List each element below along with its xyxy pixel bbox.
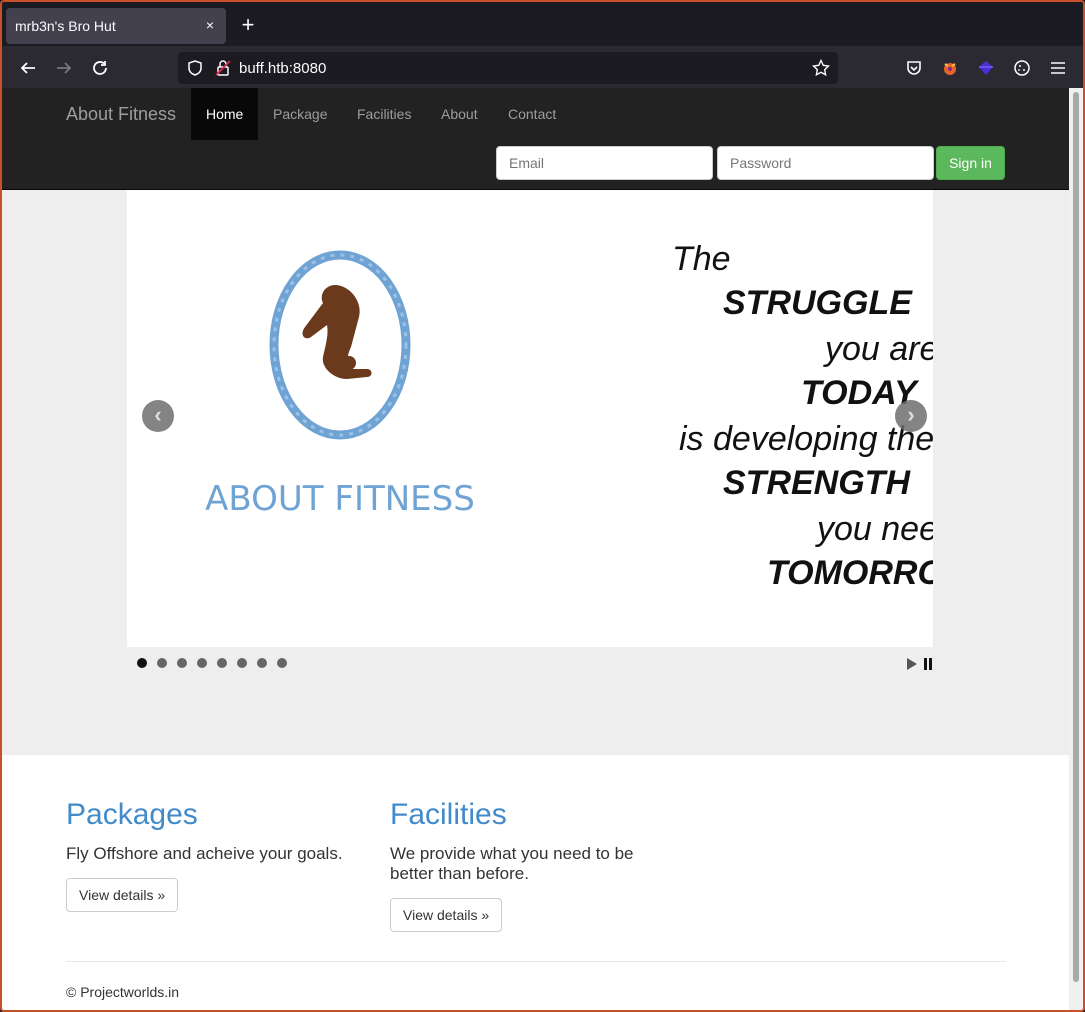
nav-link-facilities[interactable]: Facilities <box>342 88 426 140</box>
facilities-view-details-button[interactable]: View details » <box>390 898 503 932</box>
quote-line: is developing the <box>679 420 933 458</box>
carousel-indicator-dot[interactable] <box>237 658 247 668</box>
url-bar[interactable]: buff.htb:8080 <box>178 52 838 84</box>
reload-icon <box>93 61 107 75</box>
packages-view-details-button[interactable]: View details » <box>66 878 179 912</box>
nav-link-about[interactable]: About <box>426 88 493 140</box>
quote-line: STRUGGLE <box>723 284 912 322</box>
insecure-lock-icon[interactable] <box>214 59 232 77</box>
carousel-indicator-dot[interactable] <box>277 658 287 668</box>
facilities-column: Facilities We provide what you need to b… <box>390 798 670 884</box>
footer-copyright: © Projectworlds.in <box>66 984 180 1000</box>
carousel-dots <box>137 658 287 668</box>
extension-button-3[interactable] <box>1008 54 1036 82</box>
carousel-next-arrow-icon[interactable]: › <box>895 400 927 432</box>
facilities-text: We provide what you need to be better th… <box>390 844 634 883</box>
browser-toolbar: buff.htb:8080 <box>2 46 1083 88</box>
quote-line: TOMORROW <box>767 554 933 592</box>
tab-close-icon[interactable]: × <box>202 17 218 33</box>
quote-line: you need <box>817 510 933 548</box>
forward-arrow-icon <box>57 62 72 74</box>
quote-line: you are <box>825 330 933 368</box>
browser-window: mrb3n's Bro Hut × + buff.htb:8080 About … <box>0 0 1085 1012</box>
new-tab-button[interactable]: + <box>236 14 260 38</box>
tab-title: mrb3n's Bro Hut <box>15 18 116 34</box>
password-input[interactable] <box>717 146 934 180</box>
tab-strip: mrb3n's Bro Hut × + <box>2 2 1083 48</box>
nav-link-contact[interactable]: Contact <box>493 88 571 140</box>
carousel-slide: ABOUT FITNESS The STRUGGLE you are TODAY… <box>127 190 933 647</box>
pocket-icon <box>907 61 921 75</box>
packages-heading: Packages <box>66 798 198 831</box>
nav-link-home[interactable]: Home <box>191 88 259 140</box>
scrollbar-thumb[interactable] <box>1073 92 1079 982</box>
reload-button[interactable] <box>86 54 114 82</box>
facilities-heading: Facilities <box>390 798 507 831</box>
back-arrow-icon <box>20 62 35 74</box>
back-button[interactable] <box>14 54 42 82</box>
hamburger-menu-icon <box>1051 62 1065 74</box>
url-text[interactable]: buff.htb:8080 <box>239 60 326 77</box>
cookie-icon <box>1014 60 1030 76</box>
foxy-extension-icon <box>944 63 956 75</box>
extension-button-1[interactable] <box>936 54 964 82</box>
pocket-button[interactable] <box>900 54 928 82</box>
logo-text: ABOUT FITNESS <box>205 479 475 519</box>
carousel-indicator-dot[interactable] <box>217 658 227 668</box>
quote-line: STRENGTH <box>723 464 910 502</box>
carousel-indicator-dot[interactable] <box>157 658 167 668</box>
play-icon[interactable] <box>907 658 917 670</box>
forward-button[interactable] <box>50 54 78 82</box>
page-scrollbar[interactable] <box>1069 88 1083 1010</box>
about-fitness-logo: ABOUT FITNESS <box>205 250 475 519</box>
nav-link-package[interactable]: Package <box>258 88 342 140</box>
carousel-prev-arrow-icon[interactable]: ‹ <box>142 400 174 432</box>
carousel-indicator-dot[interactable] <box>257 658 267 668</box>
sign-in-button[interactable]: Sign in <box>936 146 1005 180</box>
extension-button-2[interactable] <box>972 54 1000 82</box>
email-input[interactable] <box>496 146 713 180</box>
carousel-indicator-dot[interactable] <box>177 658 187 668</box>
navbar-brand[interactable]: About Fitness <box>66 104 176 125</box>
bookmark-star-icon[interactable] <box>812 59 830 77</box>
packages-text: Fly Offshore and acheive your goals. <box>66 844 343 863</box>
carousel-section: ABOUT FITNESS The STRUGGLE you are TODAY… <box>2 190 1069 755</box>
browser-tab[interactable]: mrb3n's Bro Hut × <box>6 8 226 44</box>
wappalyzer-extension-icon <box>979 61 993 75</box>
site-navbar: About Fitness Home Package Facilities Ab… <box>2 88 1069 190</box>
packages-column: Packages Fly Offshore and acheive your g… <box>66 798 366 864</box>
pause-icon[interactable] <box>923 658 933 670</box>
footer-divider <box>66 961 1006 962</box>
carousel-indicator-dot[interactable] <box>197 658 207 668</box>
carousel-indicator-dot[interactable] <box>137 658 147 668</box>
quote-line: The <box>672 240 731 278</box>
shield-icon[interactable] <box>186 59 204 77</box>
menu-button[interactable] <box>1044 54 1072 82</box>
web-page: About Fitness Home Package Facilities Ab… <box>2 88 1069 1010</box>
